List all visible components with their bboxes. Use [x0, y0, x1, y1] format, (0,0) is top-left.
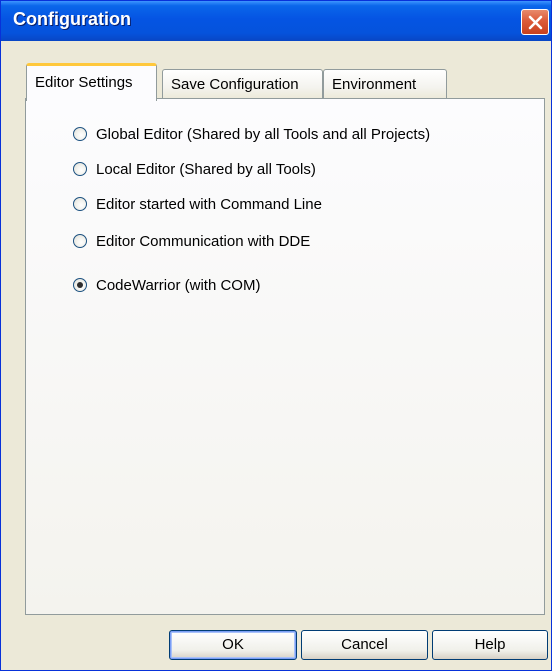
close-icon: [528, 15, 543, 30]
ok-button[interactable]: OK: [169, 630, 297, 660]
radio-button[interactable]: [73, 197, 87, 211]
radio-label: Editor Communication with DDE: [96, 232, 311, 250]
radio-global-editor[interactable]: Global Editor (Shared by all Tools and a…: [73, 124, 430, 144]
radio-button[interactable]: [73, 127, 87, 141]
radio-editor-dde[interactable]: Editor Communication with DDE: [73, 231, 310, 251]
configuration-dialog: Configuration Editor Settings Save Confi…: [0, 0, 552, 671]
radio-label: Local Editor (Shared by all Tools): [96, 160, 316, 178]
radio-editor-command-line[interactable]: Editor started with Command Line: [73, 194, 322, 214]
radio-codewarrior[interactable]: CodeWarrior (with COM): [73, 275, 260, 295]
window-title: Configuration: [13, 9, 131, 29]
radio-button[interactable]: [73, 162, 87, 176]
radio-label: CodeWarrior (with COM): [96, 276, 261, 294]
tab-editor-settings[interactable]: Editor Settings: [26, 63, 157, 101]
radio-button[interactable]: [73, 278, 87, 292]
tab-environment[interactable]: Environment: [323, 69, 447, 99]
radio-label: Editor started with Command Line: [96, 195, 322, 213]
radio-label: Global Editor (Shared by all Tools and a…: [96, 125, 431, 143]
title-bar[interactable]: Configuration: [1, 1, 551, 41]
radio-local-editor[interactable]: Local Editor (Shared by all Tools): [73, 159, 316, 179]
radio-button[interactable]: [73, 234, 87, 248]
button-bar: OK Cancel Help: [1, 616, 551, 671]
close-button[interactable]: [521, 9, 549, 35]
help-button[interactable]: Help: [432, 630, 548, 660]
cancel-button[interactable]: Cancel: [301, 630, 428, 660]
tab-save-configuration[interactable]: Save Configuration: [162, 69, 323, 99]
